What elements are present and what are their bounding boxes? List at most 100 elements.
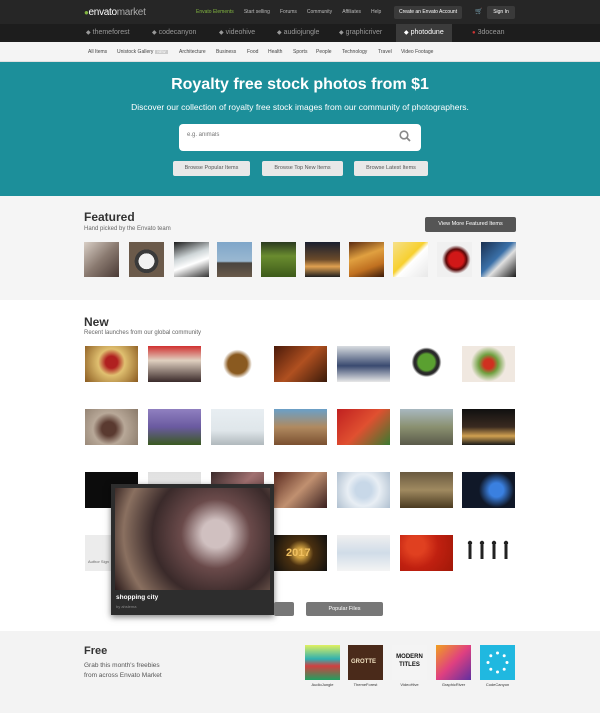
themeforest-icon: ◆ <box>86 30 91 36</box>
view-more-featured-button[interactable]: View More Featured Items <box>425 217 516 232</box>
nav-photodune[interactable]: ◆ photodune <box>396 24 452 42</box>
free-item-codecanyon[interactable]: CodeCanyon <box>480 645 515 687</box>
link-help[interactable]: Help <box>371 9 381 15</box>
sign-in-button[interactable]: Sign In <box>487 6 515 19</box>
new-thumbnail[interactable] <box>148 409 201 445</box>
category-food[interactable]: Food <box>247 49 258 55</box>
featured-subtitle: Hand picked by the Envato team <box>84 226 171 232</box>
search-icon[interactable] <box>399 130 411 142</box>
view-more-new-button[interactable] <box>274 602 294 616</box>
new-thumbnail[interactable] <box>462 472 515 508</box>
codecanyon-icon: ◆ <box>152 30 157 36</box>
featured-thumbnail[interactable] <box>84 242 119 277</box>
top-links: Envato Elements Start selling Forums Com… <box>196 9 391 15</box>
create-account-button[interactable]: Create an Envato Account <box>394 6 463 19</box>
new-title: New <box>84 315 109 329</box>
browse-top-new-button[interactable]: Browse Top New Items <box>262 161 343 176</box>
free-item-graphicriver[interactable]: GraphicRiver <box>436 645 471 687</box>
new-thumbnail[interactable] <box>400 346 453 382</box>
link-envato-elements[interactable]: Envato Elements <box>196 9 234 15</box>
new-thumbnail[interactable] <box>337 535 390 571</box>
category-all-items[interactable]: All Items <box>88 49 107 55</box>
search-box <box>179 124 421 151</box>
free-item-videohive[interactable]: MODERN TITLES VideoHive <box>392 645 427 687</box>
new-badge: NEW <box>155 49 168 54</box>
new-thumbnail[interactable] <box>337 409 390 445</box>
new-thumbnail[interactable] <box>337 346 390 382</box>
featured-thumbnail[interactable] <box>437 242 472 277</box>
featured-thumbnail[interactable] <box>217 242 252 277</box>
preview-image <box>115 488 270 590</box>
new-thumbnail[interactable]: 2017 <box>274 535 327 571</box>
featured-thumbnail[interactable] <box>393 242 428 277</box>
codecanyon-freebie-icon <box>480 645 515 680</box>
new-thumbnail[interactable] <box>462 409 515 445</box>
browse-popular-button[interactable]: Browse Popular Items <box>173 161 250 176</box>
new-thumbnail[interactable] <box>85 409 138 445</box>
featured-thumbnail[interactable] <box>261 242 296 277</box>
category-technology[interactable]: Technology <box>342 49 367 55</box>
category-sports[interactable]: Sports <box>293 49 307 55</box>
category-unistock-gallery[interactable]: Unistock Gallery NEW <box>117 49 168 55</box>
nav-themeforest[interactable]: ◆ themeforest <box>86 24 130 42</box>
featured-section: Featured Hand picked by the Envato team … <box>0 196 600 300</box>
new-thumbnail[interactable] <box>462 346 515 382</box>
link-start-selling[interactable]: Start selling <box>244 9 270 15</box>
nav-audiojungle[interactable]: ◆ audiojungle <box>277 24 319 42</box>
cart-icon[interactable]: 🛒 <box>475 8 482 15</box>
nav-graphicriver[interactable]: ◆ graphicriver <box>339 24 382 42</box>
link-community[interactable]: Community <box>307 9 332 15</box>
new-thumbnail[interactable] <box>211 346 264 382</box>
nav-videohive[interactable]: ◆ videohive <box>219 24 255 42</box>
new-thumbnail[interactable] <box>274 472 327 508</box>
new-subtitle: Recent launches from our global communit… <box>84 330 202 336</box>
envato-market-logo[interactable]: ●envatomarket <box>84 7 146 18</box>
dots-circle-icon <box>486 651 509 674</box>
category-video-footage[interactable]: Video Footage <box>401 49 433 55</box>
new-thumbnail[interactable] <box>337 472 390 508</box>
featured-thumbnail[interactable] <box>481 242 516 277</box>
videohive-icon: ◆ <box>219 30 224 36</box>
new-thumbnail[interactable] <box>211 409 264 445</box>
new-thumbnail[interactable] <box>400 472 453 508</box>
thumbnail-caption: 2017 <box>286 547 311 559</box>
featured-thumbnail[interactable] <box>174 242 209 277</box>
featured-thumbnail[interactable] <box>129 242 164 277</box>
free-section: Free Grab this month's freebies from acr… <box>0 631 600 713</box>
free-item-audiojungle[interactable]: AudioJungle <box>305 645 340 687</box>
search-input[interactable] <box>187 132 387 138</box>
new-thumbnail[interactable] <box>274 409 327 445</box>
category-people[interactable]: People <box>316 49 332 55</box>
new-thumbnail[interactable] <box>462 535 515 571</box>
preview-title: shopping city <box>116 594 159 601</box>
hero-banner: Royalty free stock photos from $1 Discov… <box>0 62 600 196</box>
photodune-icon: ◆ <box>404 30 409 36</box>
nav-3docean[interactable]: ● 3docean <box>472 24 504 42</box>
new-thumbnail[interactable] <box>148 346 201 382</box>
preview-author: by ahslema <box>116 604 137 609</box>
featured-thumbnail[interactable] <box>349 242 384 277</box>
nav-codecanyon[interactable]: ◆ codecanyon <box>152 24 196 42</box>
category-business[interactable]: Business <box>216 49 236 55</box>
link-affiliates[interactable]: Affiliates <box>342 9 361 15</box>
themeforest-freebie-icon: GROTTE <box>348 645 383 680</box>
category-architecture[interactable]: Architecture <box>179 49 206 55</box>
audiojungle-icon: ◆ <box>277 30 282 36</box>
new-thumbnail[interactable] <box>274 346 327 382</box>
link-forums[interactable]: Forums <box>280 9 297 15</box>
new-thumbnail[interactable] <box>85 346 138 382</box>
featured-thumbnail[interactable] <box>305 242 340 277</box>
free-item-themeforest[interactable]: GROTTE ThemeForest <box>348 645 383 687</box>
browse-latest-button[interactable]: Browse Latest Items <box>354 161 428 176</box>
hero-title: Royalty free stock photos from $1 <box>171 76 429 93</box>
category-travel[interactable]: Travel <box>378 49 392 55</box>
hero-subtitle: Discover our collection of royalty free … <box>131 102 469 112</box>
new-thumbnail[interactable] <box>400 535 453 571</box>
popular-files-button[interactable]: Popular Files <box>306 602 383 616</box>
top-bar: ●envatomarket Envato Elements Start sell… <box>0 0 600 24</box>
marketplace-nav: ◆ themeforest ◆ codecanyon ◆ videohive ◆ aud… <box>0 24 600 42</box>
new-thumbnail[interactable] <box>400 409 453 445</box>
thumbnail-preview-popup[interactable]: shopping city by ahslema <box>111 484 274 615</box>
category-health[interactable]: Health <box>268 49 282 55</box>
thumbnail-caption: Author Sign <box>88 559 109 564</box>
